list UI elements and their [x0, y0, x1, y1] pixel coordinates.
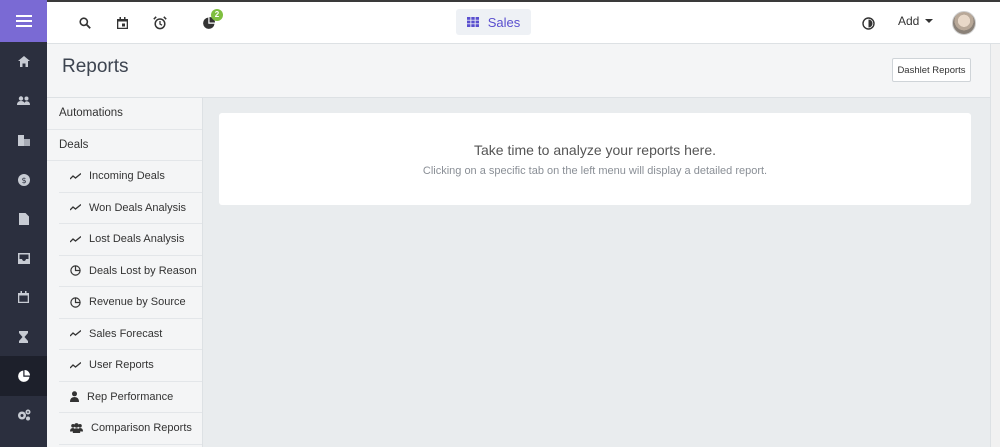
- app-switcher[interactable]: Sales: [456, 9, 531, 35]
- home-icon: [17, 56, 30, 68]
- menu-item-label: Rep Performance: [87, 390, 174, 403]
- svg-text:$: $: [21, 176, 26, 185]
- nav-contacts[interactable]: [0, 81, 47, 120]
- menu-item-comparison-reports[interactable]: Comparison Reports: [59, 413, 202, 445]
- menu-item-label: Revenue by Source: [89, 296, 186, 309]
- caret-down-icon: [925, 19, 934, 23]
- reports-intro-card: Take time to analyze your reports here. …: [219, 113, 971, 205]
- menu-item-sales-forecast[interactable]: Sales Forecast: [59, 319, 202, 350]
- document-icon: [18, 212, 29, 225]
- reminders-button[interactable]: [150, 13, 170, 33]
- menu-item-incoming-deals[interactable]: Incoming Deals: [59, 161, 202, 193]
- add-dropdown-button[interactable]: Add: [898, 14, 934, 28]
- page-title: Reports: [62, 56, 129, 77]
- menu-item-label: Won Deals Analysis: [89, 201, 187, 214]
- menu-item-label: Lost Deals Analysis: [89, 233, 185, 246]
- pie-chart-icon: [17, 370, 30, 382]
- menu-item-won-deals-analysis[interactable]: Won Deals Analysis: [59, 193, 202, 224]
- menu-item-label: Incoming Deals: [89, 170, 165, 183]
- reports-menu: Automations Deals Incoming Deals Won Dea…: [47, 98, 203, 447]
- top-bar: 2 Sales Add: [47, 0, 1000, 44]
- menu-section-automations[interactable]: Automations: [47, 98, 202, 130]
- dollar-icon: $: [17, 173, 30, 186]
- menu-item-rep-performance[interactable]: Rep Performance: [59, 382, 202, 413]
- theme-toggle-button[interactable]: [858, 13, 878, 33]
- users-icon: [70, 423, 83, 434]
- nav-home[interactable]: [0, 42, 47, 81]
- trend-line-icon: [70, 172, 81, 180]
- trend-line-icon: [70, 235, 81, 243]
- menu-item-deals-lost-by-reason[interactable]: Deals Lost by Reason: [59, 256, 202, 287]
- notification-badge: 2: [211, 9, 223, 21]
- people-icon: [17, 96, 30, 106]
- menu-toggle-button[interactable]: [0, 0, 47, 42]
- building-icon: [17, 134, 30, 146]
- grid-icon: [466, 17, 479, 27]
- gears-icon: [17, 409, 30, 421]
- menu-item-label: Comparison Reports: [91, 422, 192, 435]
- page-scrollbar[interactable]: [990, 44, 1000, 447]
- nav-settings[interactable]: [0, 396, 47, 435]
- hourglass-icon: [19, 330, 28, 343]
- alarm-clock-icon: [153, 16, 167, 30]
- intro-title: Take time to analyze your reports here.: [473, 142, 716, 158]
- app-switcher-label: Sales: [487, 14, 521, 30]
- trend-line-icon: [70, 361, 81, 369]
- trend-line-icon: [70, 204, 81, 211]
- left-nav-rail: $: [0, 0, 47, 447]
- dashlet-reports-button[interactable]: Dashlet Reports: [892, 58, 971, 82]
- calendar-icon: [18, 291, 29, 304]
- intro-subtitle: Clicking on a specific tab on the left m…: [422, 165, 768, 177]
- search-icon: [79, 17, 91, 29]
- hamburger-icon: [15, 15, 32, 27]
- add-label: Add: [898, 14, 920, 28]
- trend-line-icon: [70, 330, 81, 337]
- pie-chart-icon: [70, 265, 81, 276]
- menu-item-label: Sales Forecast: [89, 327, 163, 340]
- nav-companies[interactable]: [0, 121, 47, 160]
- nav-inbox[interactable]: [0, 238, 47, 277]
- menu-item-lost-deals-analysis[interactable]: Lost Deals Analysis: [59, 224, 202, 256]
- nav-documents[interactable]: [0, 199, 47, 238]
- menu-item-revenue-by-source[interactable]: Revenue by Source: [59, 287, 202, 319]
- calendar-icon: [116, 17, 128, 29]
- nav-deals[interactable]: $: [0, 160, 47, 199]
- nav-timesheets[interactable]: [0, 317, 47, 356]
- calendar-button[interactable]: [112, 13, 132, 33]
- menu-section-deals[interactable]: Deals: [47, 130, 202, 161]
- contrast-icon: [861, 16, 875, 30]
- page-header: Reports Dashlet Reports: [47, 44, 1000, 98]
- menu-item-label: Deals Lost by Reason: [89, 264, 197, 277]
- notifications-button[interactable]: 2: [199, 9, 223, 33]
- menu-item-label: User Reports: [89, 359, 154, 372]
- menu-item-user-reports[interactable]: User Reports: [59, 350, 202, 382]
- inbox-icon: [17, 252, 30, 264]
- user-icon: [70, 391, 79, 403]
- nav-calendar[interactable]: [0, 278, 47, 317]
- pie-chart-icon: [70, 297, 81, 308]
- search-button[interactable]: [75, 13, 95, 33]
- nav-reports[interactable]: [0, 356, 47, 396]
- user-avatar[interactable]: [952, 11, 976, 35]
